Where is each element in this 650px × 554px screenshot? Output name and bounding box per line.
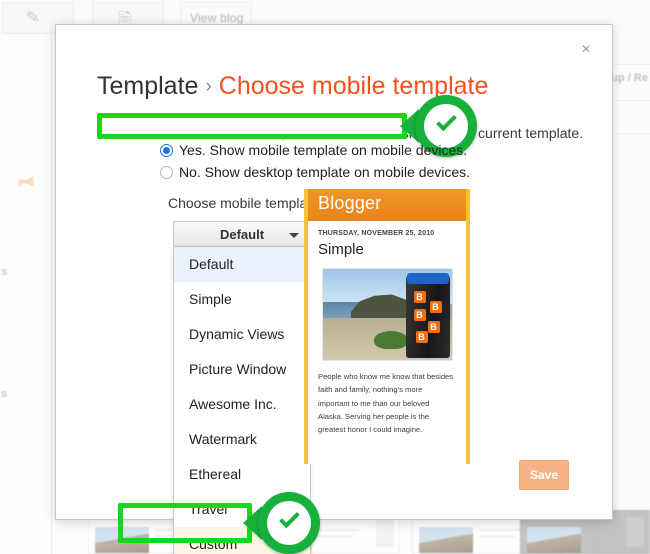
radio-yes-label: Yes. Show mobile template on mobile devi… xyxy=(179,142,468,158)
preview-body-text: People who know me know that besides fai… xyxy=(318,372,454,435)
option-simple[interactable]: Simple xyxy=(174,282,310,317)
preview-date: THURSDAY, NOVEMBER 25, 2010 xyxy=(318,230,435,237)
option-travel[interactable]: Travel xyxy=(174,492,310,527)
breadcrumb-separator-icon: › xyxy=(205,76,212,97)
radio-no-label: No. Show desktop template on mobile devi… xyxy=(179,164,471,180)
option-awesome-inc[interactable]: Awesome Inc. xyxy=(174,387,310,422)
radio-yes-icon[interactable] xyxy=(160,143,173,157)
chevron-down-icon xyxy=(289,233,299,238)
lead-description: On mobile devices, show a mobile version… xyxy=(166,125,584,141)
blogger-bottle-photo: B B B B B xyxy=(321,268,453,361)
save-button[interactable]: Save xyxy=(519,460,569,490)
choose-template-label: Choose mobile template xyxy=(168,195,319,211)
pencil-icon: ✎ xyxy=(24,7,42,28)
select-value: Default xyxy=(219,226,265,242)
option-custom[interactable]: Custom xyxy=(174,527,310,554)
breadcrumb-current: Choose mobile template xyxy=(218,72,489,100)
mobile-template-select[interactable]: Default xyxy=(173,221,311,247)
breadcrumb-template[interactable]: Template xyxy=(97,72,198,100)
preview-brand: Blogger xyxy=(308,189,466,221)
option-picture-window[interactable]: Picture Window xyxy=(174,352,310,387)
view-blog-label: View blog xyxy=(190,11,244,25)
left-text-fragment-2: s xyxy=(1,388,8,400)
option-dynamic-views[interactable]: Dynamic Views xyxy=(174,317,310,352)
background-left-column xyxy=(0,36,52,554)
radio-option-yes[interactable]: Yes. Show mobile template on mobile devi… xyxy=(160,142,467,158)
preview-post-title: Simple xyxy=(318,241,364,258)
option-watermark[interactable]: Watermark xyxy=(174,422,310,457)
option-default[interactable]: Default xyxy=(174,247,310,282)
radio-option-no[interactable]: No. Show desktop template on mobile devi… xyxy=(160,164,470,180)
radio-no-icon[interactable] xyxy=(160,165,173,179)
close-icon[interactable]: × xyxy=(576,40,596,60)
screenshot-root: ✎ 🖹 View blog s s kup / Re × Template › … xyxy=(0,0,650,554)
choose-mobile-template-dialog: × Template › Choose mobile template On mob… xyxy=(55,24,613,554)
mobile-template-options[interactable]: Default Simple Dynamic Views Picture Win… xyxy=(173,247,311,554)
option-ethereal[interactable]: Ethereal xyxy=(174,457,310,492)
page-title: Template › Choose mobile template xyxy=(97,72,488,101)
template-preview: Blogger THURSDAY, NOVEMBER 25, 2010 Simp… xyxy=(304,189,470,464)
left-text-fragment-1: s xyxy=(1,266,8,278)
